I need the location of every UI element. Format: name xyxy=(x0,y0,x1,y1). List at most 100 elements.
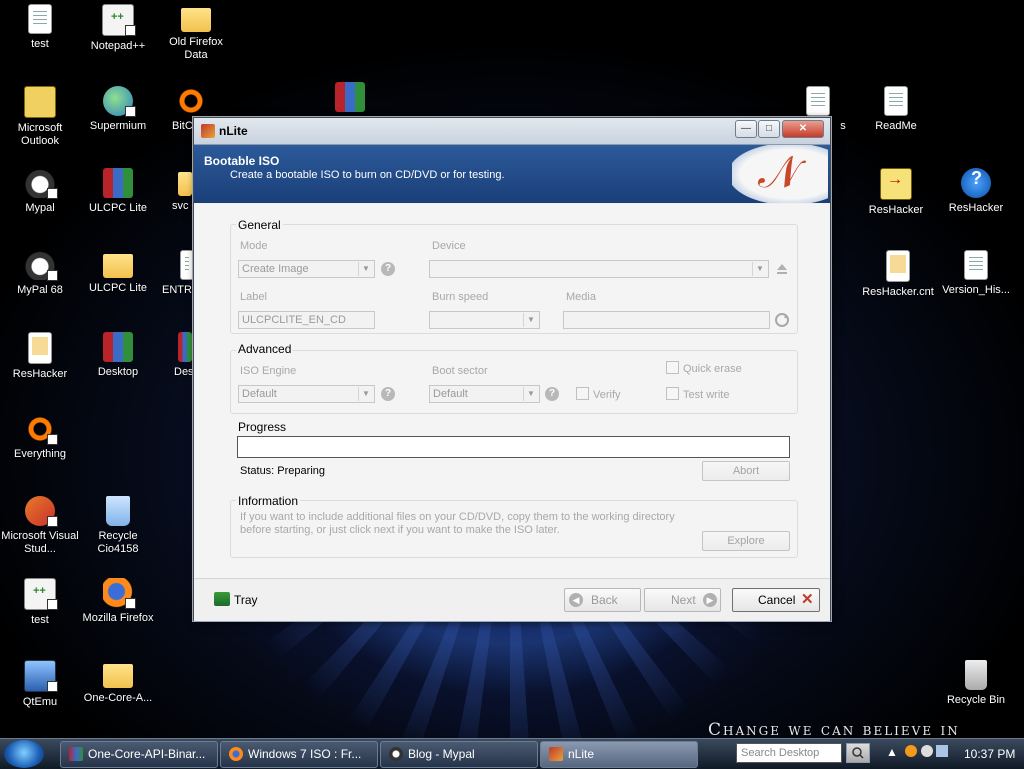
boot-sector-help-icon[interactable]: ? xyxy=(545,387,559,401)
iso-engine-help-icon[interactable]: ? xyxy=(381,387,395,401)
desktop-icon-desktop[interactable]: Desktop xyxy=(78,332,158,379)
device-select[interactable]: ▼ xyxy=(429,260,769,278)
desktop-icon-recycle-cio[interactable]: Recycle Cio4158 xyxy=(78,496,158,556)
next-arrow-icon: ▶ xyxy=(703,593,717,607)
iso-engine-select[interactable]: Default ▼ xyxy=(238,385,375,403)
document-icon xyxy=(886,250,910,282)
quick-erase-checkbox[interactable]: Quick erase xyxy=(666,361,742,375)
search-button[interactable] xyxy=(846,743,870,763)
desktop-icon-rar-top[interactable] xyxy=(310,82,390,116)
desktop-icon-test-2[interactable]: test xyxy=(0,578,80,627)
help-icon xyxy=(961,168,991,198)
tray-app-icon[interactable] xyxy=(905,745,918,757)
show-hidden-icons-icon[interactable]: ▲ xyxy=(886,745,898,759)
volume-icon[interactable] xyxy=(935,745,948,757)
winrar-icon xyxy=(335,82,365,112)
desktop-search-input[interactable]: Search Desktop xyxy=(736,743,842,763)
back-button[interactable]: ◀ Back xyxy=(564,588,641,612)
maximize-button[interactable]: □ xyxy=(758,120,780,138)
desktop-icon-notepadpp[interactable]: Notepad++ xyxy=(78,4,158,53)
start-button[interactable] xyxy=(4,740,44,768)
close-button[interactable]: ✕ xyxy=(782,120,824,138)
title-bar[interactable]: nLite — □ ✕ xyxy=(194,118,830,145)
desktop-icon-visual-studio[interactable]: Microsoft Visual Stud... xyxy=(0,496,80,556)
desktop-icon-readme[interactable]: ReadMe xyxy=(856,86,936,133)
media-field[interactable] xyxy=(563,311,770,329)
desktop-icon-reshacker-help[interactable]: ResHacker xyxy=(936,168,1016,215)
nlite-app-icon[interactable] xyxy=(201,124,215,138)
desktop-icon-mypal[interactable]: Mypal xyxy=(0,168,80,215)
desktop-icon-ulcpc-lite-folder[interactable]: ULCPC Lite xyxy=(78,250,158,295)
chevron-down-icon: ▼ xyxy=(523,313,538,327)
desktop-icon-bitc[interactable]: BitC xyxy=(150,86,206,133)
desktop-icon-one-core[interactable]: One-Core-A... xyxy=(78,660,158,705)
progress-bar xyxy=(237,436,790,458)
burn-speed-label: Burn speed xyxy=(432,291,489,303)
explore-button[interactable]: Explore xyxy=(702,531,790,551)
bitcomet-icon xyxy=(176,86,206,116)
label-input[interactable]: ULCPCLITE_EN_CD xyxy=(238,311,375,329)
test-app-icon xyxy=(24,578,58,610)
abort-button[interactable]: Abort xyxy=(702,461,790,481)
boot-sector-label: Boot sector xyxy=(432,365,488,377)
advanced-heading: Advanced xyxy=(236,342,294,356)
desktop-icon-outlook[interactable]: Microsoft Outlook xyxy=(0,86,80,148)
desktop-icon-recycle-bin[interactable]: Recycle Bin xyxy=(936,660,1016,707)
desktop-icon-test[interactable]: test xyxy=(0,4,80,51)
recycle-bin-icon xyxy=(965,660,987,690)
desktop-icon-qtemu[interactable]: QtEmu xyxy=(0,660,80,709)
taskbar-item-blog-mypal[interactable]: Blog - Mypal xyxy=(380,741,538,768)
reshacker-doc-icon xyxy=(28,332,52,364)
winrar-icon xyxy=(103,168,133,198)
nlite-window: nLite — □ ✕ Bootable ISO Create a bootab… xyxy=(193,117,831,621)
desktop-icon-firefox[interactable]: Mozilla Firefox xyxy=(78,578,158,625)
minimize-button[interactable]: — xyxy=(735,120,757,138)
general-heading: General xyxy=(236,218,283,232)
taskbar-item-one-core[interactable]: One-Core-API-Binar... xyxy=(60,741,218,768)
test-write-checkbox[interactable]: Test write xyxy=(666,387,729,401)
desktop-icon-des[interactable]: Des xyxy=(150,332,194,379)
mypal-icon xyxy=(25,250,58,281)
refresh-icon[interactable] xyxy=(774,312,790,328)
desktop-icon-reshacker-cnt[interactable]: ResHacker.cnt xyxy=(856,250,940,299)
burn-speed-select[interactable]: ▼ xyxy=(429,311,540,329)
desktop-icon-ulcpc-lite[interactable]: ULCPC Lite xyxy=(78,168,158,215)
desktop-icon-mypal68[interactable]: MyPal 68 xyxy=(0,250,80,297)
document-icon xyxy=(806,86,830,116)
chevron-down-icon: ▼ xyxy=(358,262,373,276)
boot-sector-select[interactable]: Default ▼ xyxy=(429,385,540,403)
verify-checkbox[interactable]: Verify xyxy=(576,387,621,401)
tray-button[interactable]: Tray xyxy=(214,592,258,607)
mypal-icon xyxy=(25,168,58,199)
winrar-icon xyxy=(178,332,192,362)
desktop-icon-entri[interactable]: ENTRI xyxy=(150,250,195,297)
desktop-icon-reshacker-1[interactable]: ResHacker xyxy=(856,168,936,217)
firefox-icon xyxy=(229,747,243,761)
desktop-icon-supermium[interactable]: Supermium xyxy=(78,86,158,133)
desktop-icon-version-history[interactable]: Version_His... xyxy=(936,250,1016,297)
notification-area[interactable]: ▲ xyxy=(886,745,948,759)
eject-icon[interactable] xyxy=(774,261,790,277)
visual-studio-icon xyxy=(25,496,58,527)
outlook-icon xyxy=(24,86,56,118)
next-button[interactable]: Next ▶ xyxy=(644,588,721,612)
clock[interactable]: 10:37 PM xyxy=(964,747,1015,761)
taskbar-item-windows7-iso[interactable]: Windows 7 ISO : Fr... xyxy=(220,741,378,768)
taskbar-item-nlite[interactable]: nLite xyxy=(540,741,698,768)
information-text-line1: If you want to include additional files … xyxy=(240,511,675,523)
firefox-icon xyxy=(103,578,136,609)
page-banner: Bootable ISO Create a bootable ISO to bu… xyxy=(194,145,830,203)
mode-help-icon[interactable]: ? xyxy=(381,262,395,276)
taskbar: One-Core-API-Binar... Windows 7 ISO : Fr… xyxy=(0,738,1024,769)
desktop-icon-svc[interactable]: svc xyxy=(150,168,194,213)
desktop-icon-everything[interactable]: Everything xyxy=(0,414,80,461)
chevron-down-icon: ▼ xyxy=(358,387,373,401)
mode-select[interactable]: Create Image ▼ xyxy=(238,260,375,278)
winrar-icon xyxy=(103,332,133,362)
advanced-group xyxy=(230,350,798,414)
desktop-icon-reshacker-2[interactable]: ResHacker xyxy=(0,332,80,381)
document-icon xyxy=(884,86,908,116)
desktop-icon-old-firefox-data[interactable]: Old Firefox Data xyxy=(156,4,236,62)
cancel-button[interactable]: Cancel ✕ xyxy=(732,588,820,612)
network-icon[interactable] xyxy=(920,745,933,757)
